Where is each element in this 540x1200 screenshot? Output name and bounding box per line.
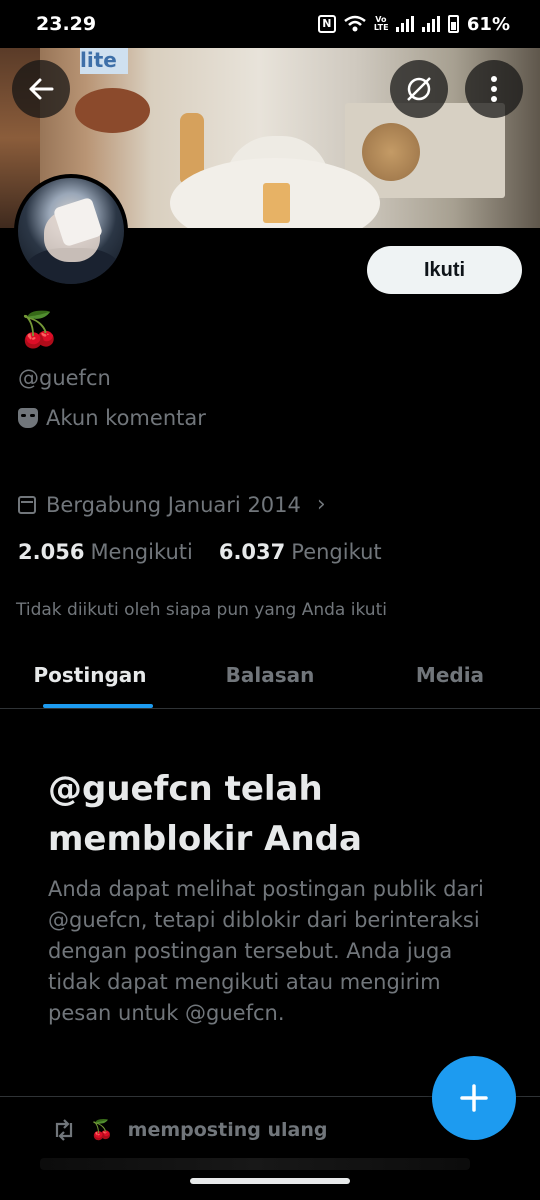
battery-level: 61% [466,13,510,35]
joined-date: Bergabung Januari 2014 [46,492,301,517]
followers-label: Pengikut [291,540,382,564]
back-button[interactable] [12,60,70,118]
volte-icon: Vo LTE [373,15,389,32]
status-time: 23.29 [36,13,97,35]
following-label: Mengikuti [90,540,193,564]
repost-label: memposting ulang [127,1118,328,1141]
following-count: 2.056 [18,540,85,564]
following-stat[interactable]: 2.056 Mengikuti [18,540,193,564]
home-indicator[interactable] [190,1178,350,1184]
follow-button[interactable]: Ikuti [367,246,522,294]
battery-icon [447,15,459,33]
display-name: 🍒 [18,310,61,350]
profile-tabs: Postingan Balasan Media [0,645,540,709]
profile-bio: Akun komentar [18,406,206,430]
followers-stat[interactable]: 6.037 Pengikut [219,540,382,564]
next-post-preview[interactable] [40,1158,470,1170]
calendar-icon [18,495,36,514]
blocked-title: @guefcn telah memblokir Anda [48,769,362,859]
wifi-icon [344,15,366,32]
more-icon [491,76,497,102]
followed-by-text: Tidak diikuti oleh siapa pun yang Anda i… [16,600,387,620]
followers-count: 6.037 [218,540,286,564]
plus-icon [460,1084,488,1112]
chevron-right-icon: › [316,492,326,517]
more-options-button[interactable] [465,60,523,118]
repost-user-emoji: 🍒 [90,1119,114,1141]
repost-indicator: 🍒 memposting ulang [52,1118,327,1141]
compose-post-button[interactable] [432,1056,516,1140]
tab-balasan[interactable]: Balasan [180,645,360,708]
nfc-icon: N [317,15,336,33]
grok-button[interactable] [390,60,448,118]
avatar[interactable] [14,174,128,288]
profile-handle: @guefcn [18,366,111,390]
blocked-message: Anda dapat melihat postingan publik dari… [48,877,484,1025]
tab-media[interactable]: Media [360,645,540,708]
status-bar: 23.29 N Vo LTE 61% [0,0,540,48]
mask-icon [18,408,38,428]
bio-text: Akun komentar [46,406,206,430]
tab-postingan[interactable]: Postingan [0,645,180,708]
repost-icon [55,1118,73,1141]
joined-date-row[interactable]: Bergabung Januari 2014 › [18,492,326,517]
grok-icon [407,77,431,101]
status-icons: N Vo LTE 61% [317,13,510,35]
back-arrow-icon [29,78,54,100]
signal-icon-1 [395,16,414,32]
signal-icon-2 [421,16,440,32]
follow-stats: 2.056 Mengikuti 6.037 Pengikut [18,540,382,564]
